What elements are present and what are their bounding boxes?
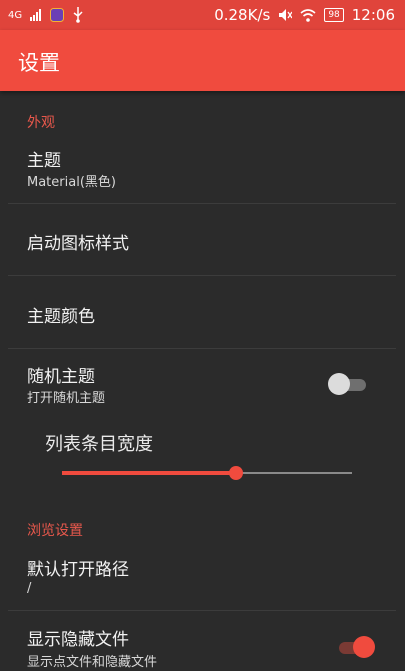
battery-indicator: 98 [324,8,344,22]
wifi-icon [300,8,316,22]
setting-random-theme[interactable]: 随机主题 打开随机主题 [0,349,405,419]
settings-list: 外观 主题 Material(黑色) 启动图标样式 主题颜色 随机主题 打开随机… [0,91,405,671]
setting-subtitle: 显示点文件和隐藏文件 [27,655,158,670]
setting-title: 随机主题 [27,367,95,387]
list-item-width-slider[interactable] [62,463,352,483]
status-bar: 4G 0.28K/s 98 12:06 [0,0,405,30]
setting-subtitle: / [27,581,32,596]
signal-strength-icon [30,9,42,21]
setting-subtitle: Material(黑色) [27,175,116,190]
toggle-thumb [353,636,375,658]
setting-launcher-icon-style[interactable]: 启动图标样式 [0,204,405,275]
list-item-width-label: 列表条目宽度 [45,434,153,455]
page-title: 设置 [18,51,60,75]
toggle-thumb [328,373,350,395]
show-hidden-files-toggle[interactable] [335,636,377,658]
random-theme-toggle[interactable] [328,373,370,395]
setting-title: 启动图标样式 [27,234,129,254]
setting-theme[interactable]: 主题 Material(黑色) [0,137,405,203]
mute-icon [279,9,293,21]
setting-title: 主题 [27,151,61,171]
usb-icon [73,7,83,23]
setting-title: 默认打开路径 [27,560,129,580]
clock: 12:06 [351,6,395,24]
section-header-appearance: 外观 [27,115,55,131]
setting-subtitle: 打开随机主题 [27,391,106,406]
slider-handle[interactable] [229,466,243,480]
setting-title: 显示隐藏文件 [27,630,129,650]
slider-fill [62,471,236,475]
setting-default-path[interactable]: 默认打开路径 / [0,543,405,609]
signal-indicator: 4G [8,9,23,21]
setting-title: 主题颜色 [27,307,95,327]
setting-theme-color[interactable]: 主题颜色 [0,276,405,347]
app-notification-icon [50,8,65,22]
network-speed: 0.28K/s [214,6,271,24]
app-bar: 设置 [0,30,405,91]
setting-show-hidden-files[interactable]: 显示隐藏文件 显示点文件和隐藏文件 [0,611,405,671]
section-header-browse: 浏览设置 [27,523,83,539]
